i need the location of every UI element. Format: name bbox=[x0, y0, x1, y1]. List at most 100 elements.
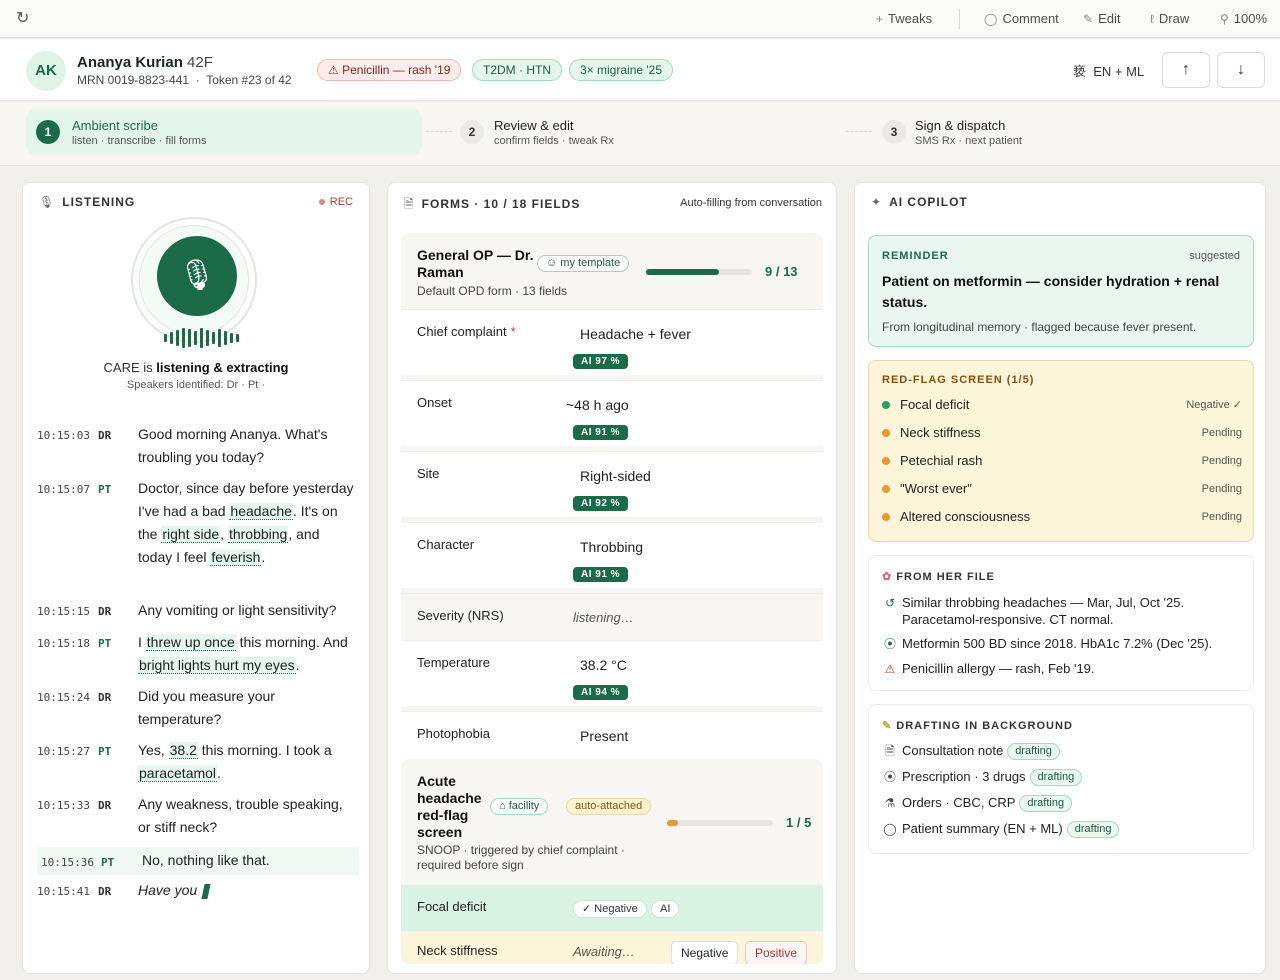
edit-button[interactable]: ✎ Edit bbox=[1083, 10, 1120, 28]
mark-negative-button[interactable]: Negative bbox=[671, 941, 739, 964]
utterance: Did you measure your temperature? bbox=[138, 688, 275, 727]
history-chip[interactable]: 3× migraine '25 bbox=[569, 59, 674, 81]
patient-age-sex: 42F bbox=[187, 54, 213, 71]
field-value[interactable]: Right-sided bbox=[580, 468, 651, 484]
transcript-line: 10:15:03 DR Good morning Ananya. What's t… bbox=[37, 423, 359, 471]
extracted-entity[interactable]: headache bbox=[229, 503, 293, 520]
workflow-stepper: 1 Ambient scribe listen · transcribe · f… bbox=[0, 102, 1280, 166]
extracted-entity[interactable]: bright lights hurt my eyes bbox=[138, 657, 296, 674]
suggested-badge: suggested bbox=[1189, 250, 1240, 262]
allergy-chip[interactable]: ⚠ Penicillin — rash '19 bbox=[317, 59, 462, 81]
red-flag-item[interactable]: "Worst ever" Pending bbox=[882, 479, 1242, 499]
condition-chip[interactable]: T2DM · HTN bbox=[472, 59, 562, 81]
top-toolbar: ↻ + Tweaks ◯ Comment ✎ Edit ℓ Draw ⚲ 100% bbox=[0, 0, 1280, 38]
utterance: Yes, 38.2 this morning. I took a paracet… bbox=[138, 739, 354, 785]
extracted-entity[interactable]: right side bbox=[161, 526, 221, 543]
memo-icon: ✎ bbox=[882, 720, 893, 732]
field-value[interactable]: ~48 h ago bbox=[566, 397, 629, 413]
language-label: EN + ML bbox=[1093, 64, 1145, 79]
draw-button[interactable]: ℓ Draw bbox=[1150, 10, 1189, 28]
form-field-row[interactable]: Chief complaint * Headache + fever AI 97 … bbox=[401, 309, 823, 375]
step-subtitle: SMS Rx · next patient bbox=[915, 135, 1022, 147]
form-field-row[interactable]: Severity (NRS) listening… bbox=[401, 593, 823, 635]
draft-item-text: Patient summary (EN + ML) bbox=[902, 821, 1063, 836]
field-value[interactable]: 38.2 °C bbox=[580, 657, 627, 673]
text: this morning. I took a bbox=[197, 742, 332, 758]
timestamp: 10:15:41 bbox=[37, 885, 90, 898]
speaker: DR bbox=[98, 691, 112, 704]
field-value[interactable]: Headache + fever bbox=[580, 326, 691, 342]
patient-name-row: Ananya Kurian 42F bbox=[77, 54, 213, 71]
mark-positive-button[interactable]: Positive bbox=[745, 941, 808, 964]
draft-item[interactable]: 🗎 Consultation note drafting bbox=[882, 741, 1060, 761]
field-label: Temperature bbox=[417, 655, 490, 670]
field-value[interactable]: Throbbing bbox=[580, 539, 643, 555]
step-review-edit[interactable]: 2 Review & edit confirm fields · tweak R… bbox=[450, 110, 840, 154]
screen-item-label: Neck stiffness bbox=[417, 943, 498, 958]
reminder-card[interactable]: REMINDER suggested Patient on metformin … bbox=[868, 235, 1254, 347]
language-toggle[interactable]: 亵 EN + ML bbox=[1073, 61, 1144, 80]
previous-patient-button[interactable]: ↑ bbox=[1162, 52, 1210, 88]
comment-label: Comment bbox=[1002, 11, 1059, 26]
warning-icon: ⚠ bbox=[884, 662, 896, 676]
extracted-entity[interactable]: 38.2 bbox=[168, 742, 198, 759]
extracted-entity[interactable]: paracetamol bbox=[138, 765, 218, 782]
template-tag[interactable]: ☺ my template bbox=[537, 255, 630, 272]
form-field-row[interactable]: Site Right-sided AI 92 % bbox=[401, 451, 823, 517]
patient-header: AK Ananya Kurian 42F MRN 0019-8823-441 ·… bbox=[0, 39, 1280, 101]
draft-item[interactable]: ⚗ Orders · CBC, CRP drafting bbox=[882, 793, 1073, 813]
extracted-entity[interactable]: throbbing bbox=[227, 526, 289, 543]
form-field-row[interactable]: Character Throbbing AI 91 % bbox=[401, 522, 823, 588]
mic-button[interactable]: 🎙 bbox=[157, 236, 237, 316]
draft-item[interactable]: ◯ Patient summary (EN + ML) drafting bbox=[882, 819, 1120, 839]
comment-button[interactable]: ◯ Comment bbox=[984, 10, 1059, 28]
transcript-line: 10:15:18 PT I threw up once this morning.… bbox=[37, 631, 359, 679]
field-value[interactable]: Present bbox=[580, 728, 628, 743]
tweaks-button[interactable]: + Tweaks bbox=[876, 10, 932, 28]
screen-item-label: Focal deficit bbox=[417, 899, 487, 914]
status-dot bbox=[882, 484, 890, 493]
zoom-button[interactable]: ⚲ 100% bbox=[1220, 10, 1267, 28]
text: . bbox=[261, 549, 266, 565]
screen-item-status: Awaiting… bbox=[573, 944, 635, 959]
forms-title: FORMS · 10 / 18 FIELDS bbox=[421, 197, 581, 211]
waveform-bar bbox=[224, 331, 227, 345]
screen-row-focal-deficit[interactable]: Focal deficit ✓ Negative AI bbox=[401, 885, 823, 931]
refresh-icon[interactable]: ↻ bbox=[16, 9, 36, 29]
screen-row-neck-stiffness[interactable]: Neck stiffness Awaiting… Negative Positi… bbox=[401, 933, 823, 964]
step-sign-dispatch[interactable]: 3 Sign & dispatch SMS Rx · next patient bbox=[872, 110, 1262, 154]
extracted-entity[interactable]: feverish bbox=[210, 549, 262, 566]
field-label-text: Chief complaint bbox=[417, 324, 507, 339]
form-field-row[interactable]: Temperature 38.2 °C AI 94 % bbox=[401, 640, 823, 706]
step-subtitle: listen · transcribe · fill forms bbox=[72, 135, 207, 147]
step-ambient-scribe[interactable]: 1 Ambient scribe listen · transcribe · f… bbox=[26, 110, 422, 154]
draft-item[interactable]: ⦿ Prescription · 3 drugs drafting bbox=[882, 767, 1083, 787]
status-dot bbox=[882, 512, 890, 521]
timestamp: 10:15:33 bbox=[37, 799, 90, 812]
red-flag-item[interactable]: Altered consciousness Pending bbox=[882, 507, 1242, 527]
extracted-entity[interactable]: threw up once bbox=[145, 634, 236, 651]
panel-title: ✦ AI COPILOT bbox=[871, 195, 968, 209]
transcript-line: 10:15:41 DR Have you bbox=[37, 879, 359, 903]
red-flag-item[interactable]: Petechial rash Pending bbox=[882, 451, 1242, 471]
toolbar-divider bbox=[959, 9, 960, 29]
red-flag-label: RED-FLAG SCREEN (1/5) bbox=[882, 374, 1035, 386]
red-flag-item[interactable]: Neck stiffness Pending bbox=[882, 423, 1242, 443]
comment-icon: ◯ bbox=[984, 12, 998, 26]
utterance: Good morning Ananya. What's troubling yo… bbox=[138, 426, 328, 465]
next-patient-button[interactable]: ↓ bbox=[1217, 52, 1265, 88]
waveform-bar bbox=[188, 329, 191, 347]
waveform-bar bbox=[164, 334, 167, 342]
text: . bbox=[217, 765, 221, 781]
form-progress-count: 9 / 13 bbox=[765, 264, 798, 279]
red-flag-item[interactable]: Focal deficit Negative ✓ bbox=[882, 395, 1242, 415]
form-field-row[interactable]: Onset ~48 h ago AI 91 % bbox=[401, 380, 823, 446]
negative-chip[interactable]: ✓ Negative bbox=[573, 900, 647, 918]
audio-waveform bbox=[164, 328, 242, 348]
transcript-line-current: 10:15:36 PT No, nothing like that. bbox=[37, 847, 359, 875]
text: I bbox=[138, 634, 146, 650]
form-field-row[interactable]: Photophobia Present bbox=[401, 711, 823, 743]
status-dot bbox=[882, 428, 890, 437]
facility-tag[interactable]: ⌂ facility bbox=[490, 798, 549, 815]
rec-dot bbox=[318, 199, 325, 206]
